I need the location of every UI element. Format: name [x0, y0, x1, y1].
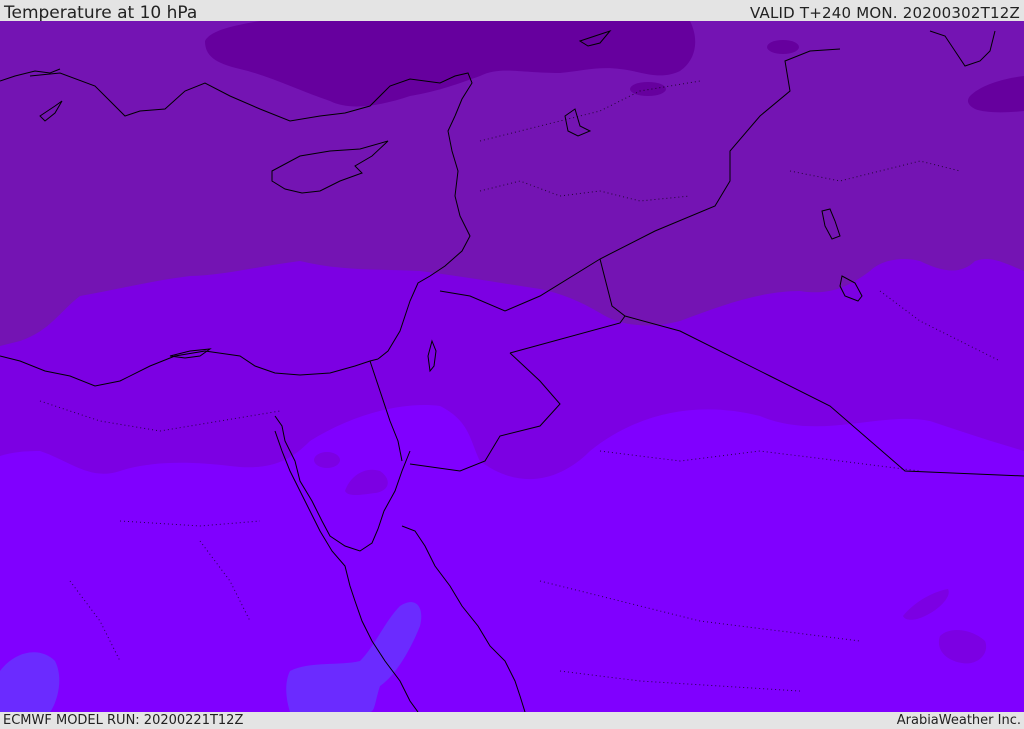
shade-band-darkest — [630, 82, 666, 96]
valid-time: VALID T+240 MON. 20200302T12Z — [750, 4, 1020, 22]
map-footer: ECMWF MODEL RUN: 20200221T12Z ArabiaWeat… — [0, 712, 1024, 729]
credit-text: ArabiaWeather Inc. — [896, 713, 1021, 728]
shade-band-darkest — [767, 40, 799, 54]
shade-band-mid — [314, 452, 340, 468]
model-run: ECMWF MODEL RUN: 20200221T12Z — [3, 713, 244, 728]
map-canvas — [0, 21, 1024, 712]
map-header: Temperature at 10 hPa VALID T+240 MON. 2… — [0, 0, 1024, 23]
weather-map — [0, 21, 1024, 712]
map-title: Temperature at 10 hPa — [4, 3, 198, 23]
